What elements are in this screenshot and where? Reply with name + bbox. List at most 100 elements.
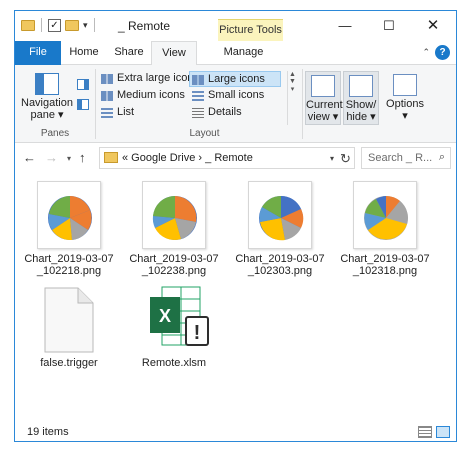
file-name: Remote.xlsm <box>141 357 207 369</box>
address-dropdown-icon[interactable]: ▾ <box>330 154 334 163</box>
folder-icon <box>104 152 118 163</box>
layout-item-label: Details <box>208 106 242 118</box>
tab-manage[interactable]: Manage <box>211 41 276 65</box>
options-icon <box>393 74 417 96</box>
show-hide-label-2: hide ▾ <box>346 111 376 123</box>
file-item[interactable]: false.trigger <box>21 283 117 369</box>
recent-locations-icon[interactable]: ▾ <box>67 154 71 163</box>
title-bar: ✓ ▾ _ Remote Picture Tools — ☐ ✕ <box>15 11 456 41</box>
tab-home[interactable]: Home <box>61 41 107 65</box>
current-view-label-2: view ▾ <box>307 111 339 123</box>
file-name: Chart_2019-03-07 _102303.png <box>235 253 325 277</box>
file-name: Chart_2019-03-07 _102218.png <box>24 253 114 277</box>
layout-item-label: Extra large icons <box>117 72 199 84</box>
navigation-pane-label-2: pane ▾ <box>30 109 64 121</box>
up-arrow-icon[interactable]: ↑ <box>79 150 86 165</box>
pie-thumbnail-icon <box>364 195 408 240</box>
search-input[interactable]: Search _ R... ⌕ <box>361 147 451 169</box>
search-icon: ⌕ <box>438 151 445 163</box>
ribbon-tabs: File Home Share View Manage ⌃ ? <box>15 41 456 66</box>
layout-medium-icons[interactable]: Medium icons <box>99 88 185 104</box>
details-icon <box>192 108 204 118</box>
svg-text:X: X <box>159 306 171 326</box>
details-pane-icon[interactable] <box>77 99 89 110</box>
pie-thumbnail-icon <box>48 196 92 241</box>
divider <box>302 69 303 139</box>
file-item[interactable]: X ! Remote.xlsm <box>126 283 222 369</box>
generic-file-icon <box>44 287 94 353</box>
preview-pane-icon[interactable] <box>77 79 89 90</box>
customize-toolbar-icon[interactable]: ▾ <box>83 20 88 31</box>
details-view-icon[interactable] <box>418 426 432 438</box>
divider <box>41 18 42 32</box>
layout-item-label: List <box>117 106 135 118</box>
chart-thumbnail <box>142 181 206 249</box>
layout-group-label: Layout <box>189 128 220 139</box>
layout-large-icons[interactable]: Large icons <box>189 71 281 87</box>
layout-extra-large-icons[interactable]: Extra large icons <box>99 71 199 87</box>
show-hide-label: Show/ <box>345 99 377 111</box>
layout-small-icons[interactable]: Small icons <box>190 88 264 104</box>
file-name: Chart_2019-03-07 _102238.png <box>129 253 219 277</box>
file-name: false.trigger <box>40 357 98 369</box>
chart-thumbnail <box>37 181 101 249</box>
options-label: Options <box>386 98 424 110</box>
close-button[interactable]: ✕ <box>411 11 455 41</box>
pie-thumbnail-icon <box>259 196 304 241</box>
large-icons-icon <box>192 75 204 85</box>
layout-item-label: Medium icons <box>117 89 185 101</box>
layout-gallery: Extra large icons Large icons Medium ico… <box>99 71 311 125</box>
large-icons-view-icon[interactable] <box>436 426 450 438</box>
back-arrow-icon[interactable]: ← <box>23 150 36 165</box>
layout-item-label: Small icons <box>208 89 265 101</box>
file-explorer-window: ✓ ▾ _ Remote Picture Tools — ☐ ✕ File Ho… <box>14 10 457 442</box>
search-placeholder: Search _ R... <box>368 152 433 164</box>
address-bar[interactable]: « Google Drive › _ Remote ▾ ↻ <box>99 147 355 169</box>
refresh-icon[interactable]: ↻ <box>340 151 354 167</box>
pie-thumbnail-icon <box>152 195 197 240</box>
layout-gallery-scroll[interactable]: ▲ ▼ ▾ <box>287 71 297 125</box>
layout-list[interactable]: List <box>99 105 134 121</box>
current-view-button[interactable]: Current view ▾ <box>305 71 343 125</box>
file-name: Chart_2019-03-07 _102318.png <box>340 253 430 277</box>
navigation-pane-button[interactable]: Navigation pane ▾ <box>21 71 73 123</box>
options-label-2: ▾ <box>402 110 408 122</box>
file-item[interactable]: Chart_2019-03-07 _102303.png <box>232 181 328 277</box>
layout-item-label: Large icons <box>208 73 265 85</box>
minimize-button[interactable]: — <box>323 11 367 41</box>
window-title: _ Remote <box>118 19 171 33</box>
options-button[interactable]: Options ▾ <box>383 71 427 125</box>
tab-share[interactable]: Share <box>107 41 151 65</box>
chart-thumbnail <box>353 181 417 249</box>
new-folder-icon[interactable] <box>65 19 79 31</box>
collapse-ribbon-icon[interactable]: ⌃ <box>422 47 430 58</box>
help-icon[interactable]: ? <box>435 45 450 60</box>
folder-icon <box>21 19 35 31</box>
small-icons-icon <box>192 91 204 101</box>
picture-tools-label: Picture Tools <box>218 19 283 41</box>
layout-details[interactable]: Details <box>190 105 242 121</box>
chart-thumbnail <box>248 181 312 249</box>
navigation-pane-label: Navigation <box>21 97 73 109</box>
tab-file[interactable]: File <box>15 41 61 65</box>
forward-arrow-icon[interactable]: → <box>45 150 58 165</box>
show-hide-button[interactable]: Show/ hide ▾ <box>343 71 379 125</box>
properties-checkbox-icon[interactable]: ✓ <box>48 18 61 32</box>
maximize-button[interactable]: ☐ <box>367 11 411 41</box>
navigation-pane-icon <box>35 73 59 95</box>
panes-group-label: Panes <box>40 128 70 139</box>
list-icon <box>101 108 113 118</box>
ribbon: Navigation pane ▾ Panes Extra large icon… <box>15 65 456 143</box>
current-view-icon <box>311 75 335 97</box>
quick-access-toolbar: ✓ ▾ <box>21 18 97 32</box>
divider <box>95 69 96 139</box>
file-item[interactable]: Chart_2019-03-07 _102218.png <box>21 181 117 277</box>
medium-icons-icon <box>101 91 113 101</box>
address-row: ← → ▾ ↑ « Google Drive › _ Remote ▾ ↻ Se… <box>15 143 456 173</box>
file-list: Chart_2019-03-07 _102218.png Chart_2019-… <box>15 173 456 423</box>
file-item[interactable]: Chart_2019-03-07 _102238.png <box>126 181 222 277</box>
file-item[interactable]: Chart_2019-03-07 _102318.png <box>337 181 433 277</box>
divider <box>93 18 95 32</box>
tab-view[interactable]: View <box>151 41 197 66</box>
current-view-label: Current <box>306 99 343 111</box>
